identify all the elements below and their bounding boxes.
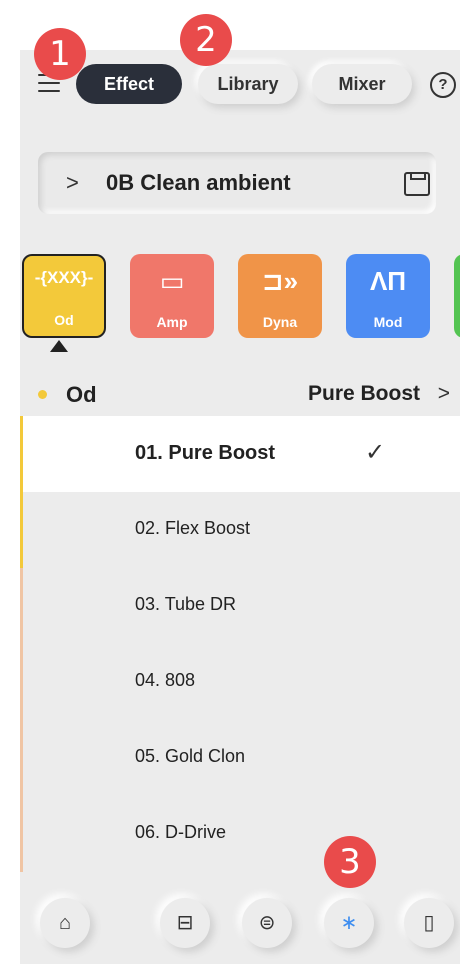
list-item-label: 02. Flex Boost	[135, 518, 251, 538]
effect-tile-label: Amp	[156, 314, 188, 330]
modulation-icon: ΛΠ	[369, 266, 407, 296]
list-item-label: 06. D-Drive	[135, 822, 227, 842]
check-icon: ✓	[365, 439, 386, 466]
model-list: 01. Pure Boost ✓ 02. Flex Boost 03. Tube…	[20, 416, 460, 872]
bottom-nav: ⌂ ⊟ ⊜ ∗ ▯	[20, 890, 460, 964]
effect-tile-od[interactable]: -{XXX}- Od	[22, 254, 106, 338]
annotation-badge-3: 3	[324, 836, 376, 888]
selected-effect-indicator	[50, 340, 68, 352]
help-icon[interactable]: ?	[430, 72, 456, 98]
chevron-right-icon: >	[66, 170, 79, 195]
app-screen: Effect Library Mixer ? > 0B Clean ambien…	[20, 50, 460, 964]
list-item[interactable]: 04. 808	[20, 644, 460, 720]
amp-icon: ▭	[159, 266, 185, 296]
selected-model: Pure Boost	[307, 382, 420, 405]
home-icon[interactable]: ⌂	[40, 898, 90, 948]
category-name: Od	[66, 382, 97, 407]
list-item-label: 04. 808	[135, 670, 196, 690]
annotation-badge-1: 1	[34, 28, 86, 80]
tab-effect[interactable]: Effect	[76, 64, 182, 104]
preset-selector[interactable]: > 0B Clean ambient	[38, 152, 436, 214]
scan-icon[interactable]: ⊟	[160, 898, 210, 948]
save-icon[interactable]	[404, 172, 430, 196]
overdrive-icon: -{XXX}-	[34, 268, 94, 287]
list-item-label: 01. Pure Boost	[135, 442, 276, 464]
list-item[interactable]: 02. Flex Boost	[20, 492, 460, 568]
effect-tile-amp[interactable]: ▭ Amp	[130, 254, 214, 338]
effect-category-row[interactable]: Od Pure Boost >	[20, 368, 460, 422]
list-item[interactable]: 05. Gold Clon	[20, 720, 460, 796]
effect-tile-label: Od	[54, 312, 74, 328]
effect-tile-label: Dyna	[262, 314, 298, 330]
battery-icon[interactable]: ▯	[404, 898, 454, 948]
effect-chain: -{XXX}- Od ▭ Amp ⊐» Dyna ΛΠ Mod	[20, 254, 460, 342]
status-dot	[38, 390, 47, 399]
chevron-right-icon: >	[437, 382, 450, 405]
list-item-label: 05. Gold Clon	[135, 746, 246, 766]
dynamics-icon: ⊐»	[261, 266, 299, 296]
effect-tile-mod[interactable]: ΛΠ Mod	[346, 254, 430, 338]
effect-tile-dyna[interactable]: ⊐» Dyna	[238, 254, 322, 338]
effect-tile-label: Mod	[373, 314, 403, 330]
list-item-label: 03. Tube DR	[135, 594, 237, 614]
router-icon[interactable]: ⊜	[242, 898, 292, 948]
list-item[interactable]: 06. D-Drive	[20, 796, 460, 872]
effect-tile-next[interactable]	[454, 254, 460, 338]
tab-library[interactable]: Library	[198, 64, 298, 104]
annotation-badge-2: 2	[180, 14, 232, 66]
list-item[interactable]: 01. Pure Boost ✓	[20, 416, 460, 492]
bluetooth-icon[interactable]: ∗	[324, 898, 374, 948]
preset-name: 0B Clean ambient	[106, 170, 291, 195]
list-item[interactable]: 03. Tube DR	[20, 568, 460, 644]
tab-mixer[interactable]: Mixer	[312, 64, 412, 104]
